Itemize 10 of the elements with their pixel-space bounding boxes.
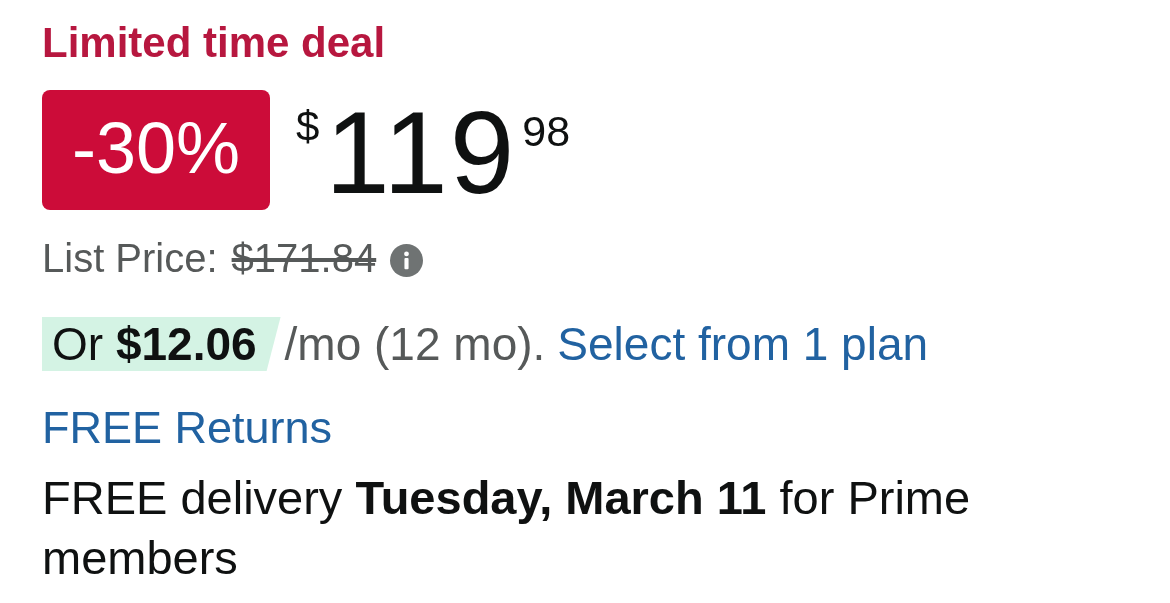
discount-badge: -30% [42, 90, 270, 210]
delivery-text: FREE delivery Tuesday, March 11 for Prime members [42, 470, 972, 586]
info-icon[interactable] [390, 243, 424, 277]
installment-terms: /mo (12 mo). [284, 317, 546, 371]
deal-label: Limited time deal [42, 20, 386, 66]
list-price-label: List Price: [42, 235, 218, 281]
returns-link[interactable]: FREE Returns [42, 402, 333, 454]
plan-link[interactable]: Select from 1 plan [557, 317, 929, 371]
installment-offer: Or $12.06 [42, 317, 281, 371]
list-price-value: $171.84 [231, 235, 377, 281]
